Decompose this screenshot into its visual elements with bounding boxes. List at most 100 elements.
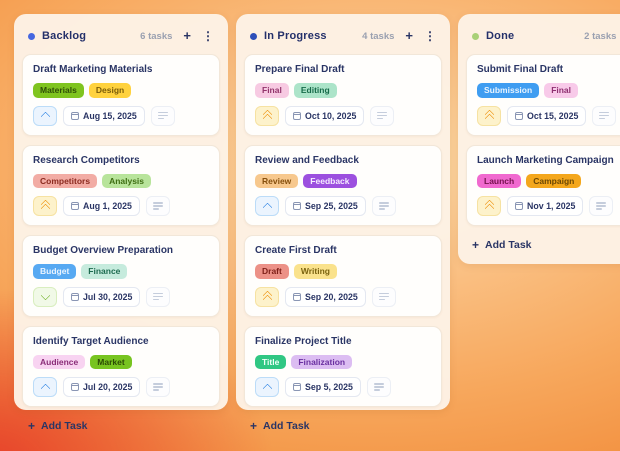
notes-button[interactable] [592,106,616,126]
priority-chevron-icon[interactable] [477,106,501,126]
add-card-button[interactable]: + [405,28,413,44]
add-card-button[interactable]: + [183,28,191,44]
notes-button[interactable] [146,377,170,397]
tag: Submission [477,83,539,98]
notes-button[interactable] [589,196,613,216]
due-date-label: Jul 20, 2025 [83,382,132,392]
calendar-icon [293,202,301,210]
tag-list: Review Feedback [255,174,431,189]
plus-icon: + [405,28,413,43]
text-lines-icon [158,112,168,114]
priority-chevron-icon[interactable] [255,106,279,126]
calendar-icon [71,383,79,391]
calendar-icon [71,293,79,301]
due-date-button[interactable]: Oct 15, 2025 [507,106,586,126]
due-date-button[interactable]: Sep 5, 2025 [285,377,361,397]
task-card[interactable]: Launch Marketing Campaign Launch Campaig… [466,145,620,227]
priority-chevron-icon[interactable] [33,196,57,216]
card-title: Draft Marketing Materials [33,64,209,76]
tag-list: Competitors Analysis [33,174,209,189]
add-task-button[interactable]: + Add Task [244,407,442,437]
priority-chevron-icon[interactable] [33,377,57,397]
task-card[interactable]: Draft Marketing Materials Materials Desi… [22,54,220,136]
notes-button[interactable] [370,106,394,126]
due-date-button[interactable]: Sep 20, 2025 [285,287,366,307]
add-task-label: Add Task [485,239,531,251]
tag: Finance [81,264,127,279]
task-card[interactable]: Create First Draft Draft Writing Sep 20,… [244,235,442,317]
plus-icon: + [250,419,257,433]
due-date-button[interactable]: Jul 20, 2025 [63,377,140,397]
add-task-button[interactable]: + Add Task [22,407,220,437]
column-title: Done [486,30,514,42]
due-date-label: Jul 30, 2025 [83,292,132,302]
text-lines-icon [374,383,384,385]
task-card[interactable]: Submit Final Draft Submission Final Oct … [466,54,620,136]
due-date-label: Nov 1, 2025 [527,201,575,211]
card-meta-row: Jul 20, 2025 [33,377,209,397]
column-header: Done 2 tasks + ⋮ [466,22,620,54]
card-title: Budget Overview Preparation [33,245,209,257]
calendar-icon [71,202,79,210]
tag: Design [89,83,131,98]
card-meta-row: Sep 20, 2025 [255,287,431,307]
notes-button[interactable] [146,287,170,307]
tag-list: Draft Writing [255,264,431,279]
calendar-icon [293,112,301,120]
tag-list: Materials Design [33,83,209,98]
card-meta-row: Sep 5, 2025 [255,377,431,397]
column-status-dot [250,33,257,40]
task-card[interactable]: Budget Overview Preparation Budget Finan… [22,235,220,317]
priority-chevron-icon[interactable] [477,196,501,216]
card-title: Create First Draft [255,245,431,257]
task-card[interactable]: Research Competitors Competitors Analysi… [22,145,220,227]
column-menu-button[interactable]: ⋮ [202,28,214,44]
vertical-dots-icon: ⋮ [202,29,214,43]
task-card[interactable]: Prepare Final Draft Final Editing Oct 10… [244,54,442,136]
task-card[interactable]: Finalize Project Title Title Finalizatio… [244,326,442,408]
tag-list: Title Finalization [255,355,431,370]
due-date-label: Sep 5, 2025 [305,382,353,392]
column-menu-button[interactable]: ⋮ [424,28,436,44]
due-date-label: Oct 10, 2025 [305,111,356,121]
task-card[interactable]: Review and Feedback Review Feedback Sep … [244,145,442,227]
notes-button[interactable] [372,196,396,216]
priority-chevron-icon[interactable] [33,106,57,126]
column-status-dot [28,33,35,40]
priority-chevron-icon[interactable] [255,377,279,397]
vertical-dots-icon: ⋮ [424,29,436,43]
priority-chevron-icon[interactable] [255,196,279,216]
text-lines-icon [596,202,606,204]
tag: Budget [33,264,76,279]
column-task-count: 4 tasks [362,31,394,42]
card-meta-row: Sep 25, 2025 [255,196,431,216]
add-task-label: Add Task [263,420,309,432]
text-lines-icon [153,293,163,295]
notes-button[interactable] [151,106,175,126]
task-card[interactable]: Identify Target Audience Audience Market… [22,326,220,408]
due-date-label: Aug 1, 2025 [83,201,132,211]
tag-list: Final Editing [255,83,431,98]
due-date-button[interactable]: Aug 1, 2025 [63,196,140,216]
column-status-dot [472,33,479,40]
due-date-button[interactable]: Aug 15, 2025 [63,106,145,126]
notes-button[interactable] [372,287,396,307]
notes-button[interactable] [146,196,170,216]
due-date-button[interactable]: Jul 30, 2025 [63,287,140,307]
tag: Launch [477,174,521,189]
add-task-button[interactable]: + Add Task [466,226,620,256]
notes-button[interactable] [367,377,391,397]
card-title: Finalize Project Title [255,336,431,348]
due-date-label: Sep 20, 2025 [305,292,358,302]
due-date-button[interactable]: Sep 25, 2025 [285,196,366,216]
tag-list: Launch Campaign [477,174,620,189]
due-date-button[interactable]: Nov 1, 2025 [507,196,583,216]
tag: Competitors [33,174,97,189]
card-title: Review and Feedback [255,155,431,167]
due-date-button[interactable]: Oct 10, 2025 [285,106,364,126]
column-backlog: Backlog 6 tasks + ⋮ Draft Marketing Mate… [14,14,228,410]
plus-icon: + [183,28,191,43]
priority-chevron-icon[interactable] [255,287,279,307]
tag: Materials [33,83,84,98]
priority-chevron-icon[interactable] [33,287,57,307]
